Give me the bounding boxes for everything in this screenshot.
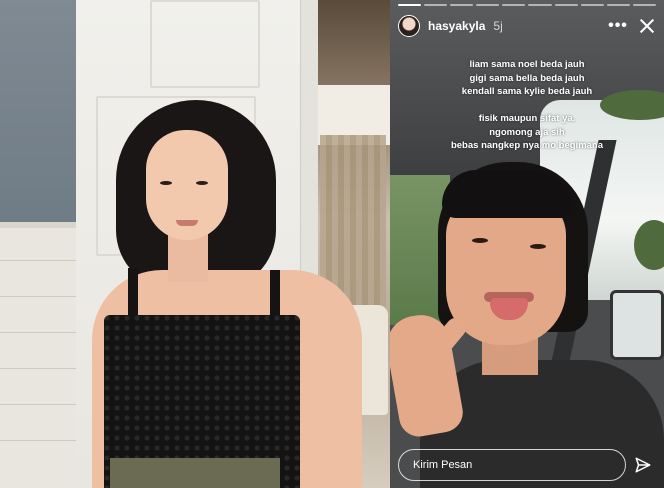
skirt <box>110 458 280 488</box>
brick-line <box>0 404 76 405</box>
story-time: 5j <box>493 19 503 33</box>
eye <box>530 244 546 249</box>
progress-segment <box>398 4 422 6</box>
story-progress-bar <box>398 4 656 7</box>
caption-line: fisik maupun sifat ya. <box>478 113 576 124</box>
eye <box>160 181 172 185</box>
mouth <box>176 220 198 226</box>
story-viewer: hasyakyla 5j ••• liam sama noel beda jau… <box>390 0 664 488</box>
caption-line: liam sama noel beda jauh <box>469 59 585 70</box>
story-header: hasyakyla 5j ••• <box>398 14 656 38</box>
caption-line: gigi sama bella beda jauh <box>469 72 585 84</box>
brick-line <box>0 332 76 333</box>
brick-line <box>0 440 76 441</box>
reply-placeholder: Kirim Pesan <box>413 459 473 471</box>
avatar[interactable] <box>398 15 420 37</box>
progress-segment <box>476 4 500 6</box>
brick-wall <box>0 228 76 488</box>
close-icon[interactable] <box>638 17 656 35</box>
caption-line: bebas nangkep nya mo begimana <box>450 140 604 151</box>
progress-segment <box>554 4 578 6</box>
brick-line <box>0 296 76 297</box>
reply-message-input[interactable]: Kirim Pesan <box>398 449 626 481</box>
progress-segment <box>502 4 526 6</box>
left-photo <box>0 0 390 488</box>
progress-segment <box>528 4 552 6</box>
eye <box>472 238 488 243</box>
story-caption-block-1: liam sama noel beda jauh gigi sama bella… <box>390 58 664 99</box>
bangs <box>442 170 572 218</box>
story-caption-block-2: fisik maupun sifat ya. ngomong aja sih b… <box>390 112 664 153</box>
wall <box>0 0 76 228</box>
brick-line <box>0 260 76 261</box>
progress-segment <box>632 4 656 6</box>
progress-segment <box>580 4 604 6</box>
eye <box>196 181 208 185</box>
side-mirror <box>610 290 664 360</box>
send-icon[interactable] <box>634 456 652 474</box>
progress-segment <box>424 4 448 6</box>
caption-line: kendall sama kylie beda jauh <box>461 86 593 97</box>
progress-segment <box>606 4 630 6</box>
caption-line: ngomong aja sih <box>489 126 565 138</box>
progress-segment <box>450 4 474 6</box>
story-username[interactable]: hasyakyla <box>428 19 485 33</box>
brick-line <box>0 368 76 369</box>
more-horizontal-icon[interactable]: ••• <box>608 17 628 35</box>
door-panel <box>150 0 260 88</box>
